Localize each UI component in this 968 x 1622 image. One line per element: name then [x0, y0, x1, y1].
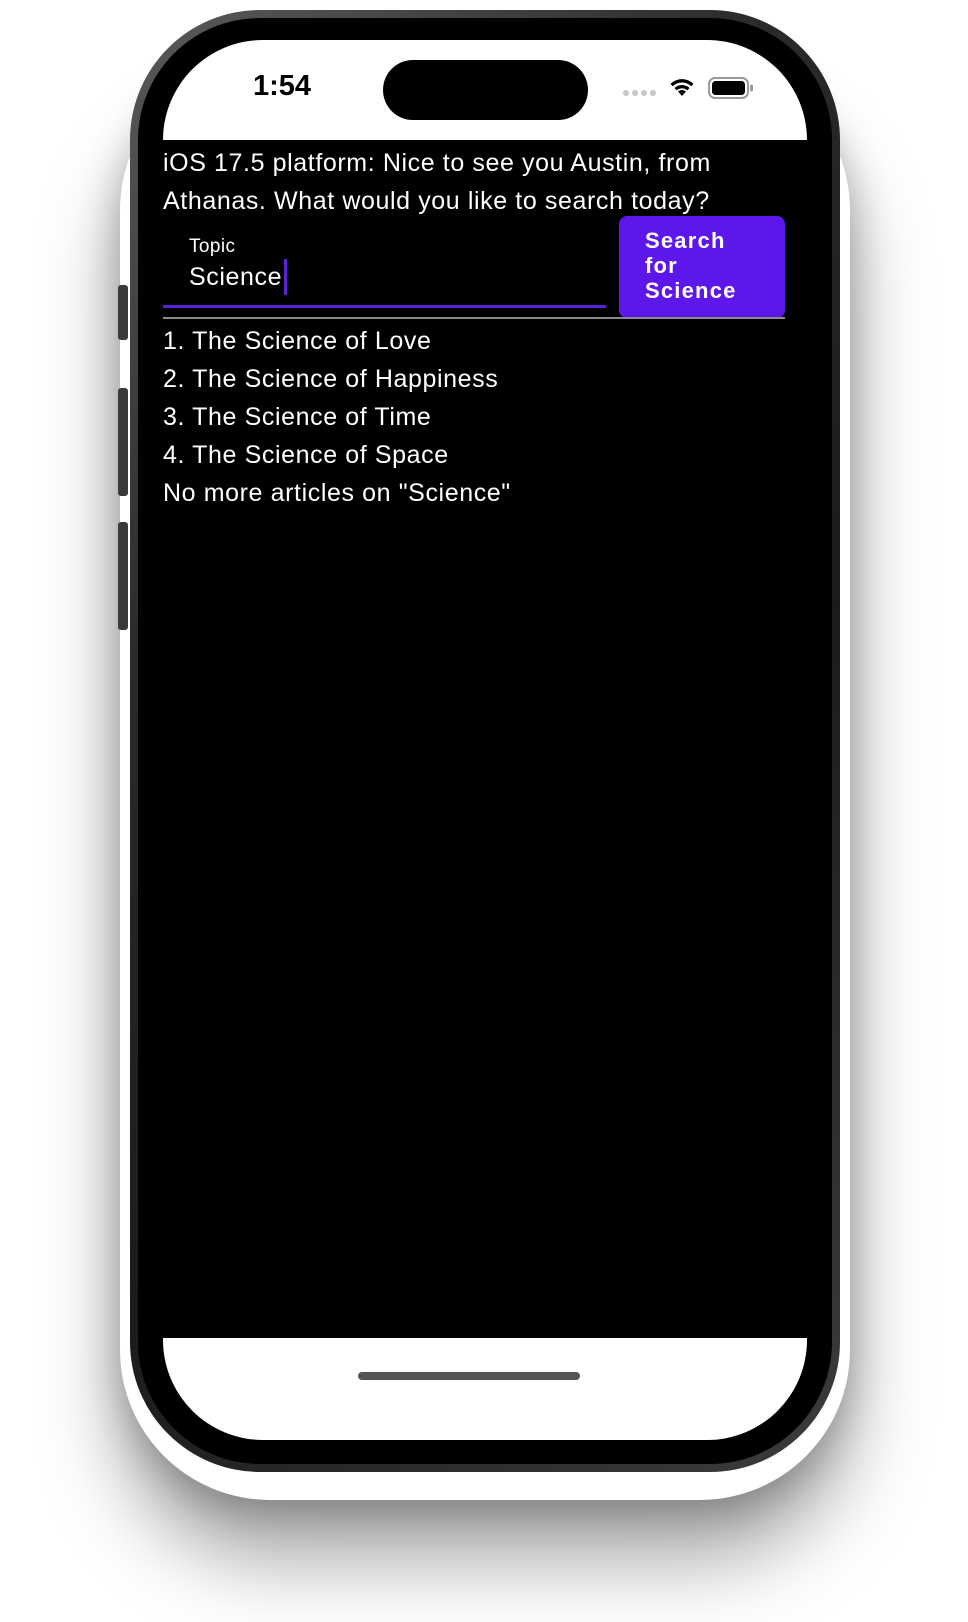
topic-input[interactable]: Topic Science [163, 218, 606, 308]
volume-down-button [118, 522, 128, 630]
action-button [118, 285, 128, 340]
status-bar: 1:54 [163, 40, 807, 140]
topic-input-value[interactable]: Science [189, 258, 288, 296]
status-time: 1:54 [253, 70, 312, 102]
results-list: 1. The Science of Love 2. The Science of… [163, 322, 783, 512]
cellular-signal-icon [623, 90, 657, 98]
topic-input-label: Topic [189, 236, 236, 257]
app-content: iOS 17.5 platform: Nice to see you Austi… [163, 140, 807, 1380]
battery-icon [708, 77, 753, 99]
list-item[interactable]: 1. The Science of Love [163, 322, 783, 360]
phone-screen: 1:54 iOS 17.5 platform: Nice to see you … [163, 40, 807, 1440]
volume-up-button [118, 388, 128, 496]
stage: 1:54 iOS 17.5 platform: Nice to see you … [0, 0, 968, 1622]
home-indicator[interactable] [358, 1372, 580, 1380]
greeting-text: iOS 17.5 platform: Nice to see you Austi… [163, 149, 711, 215]
topic-input-text: Science [189, 263, 283, 291]
list-item[interactable]: 3. The Science of Time [163, 398, 783, 436]
dynamic-island [383, 60, 588, 120]
list-item[interactable]: 2. The Science of Happiness [163, 360, 783, 398]
divider [163, 317, 785, 319]
wifi-icon [670, 79, 694, 96]
search-button[interactable]: Search for Science [619, 216, 785, 318]
text-cursor [284, 259, 288, 295]
home-indicator-area [163, 1338, 807, 1440]
list-item[interactable]: 4. The Science of Space [163, 436, 783, 474]
end-of-results-text: No more articles on "Science" [163, 479, 511, 507]
